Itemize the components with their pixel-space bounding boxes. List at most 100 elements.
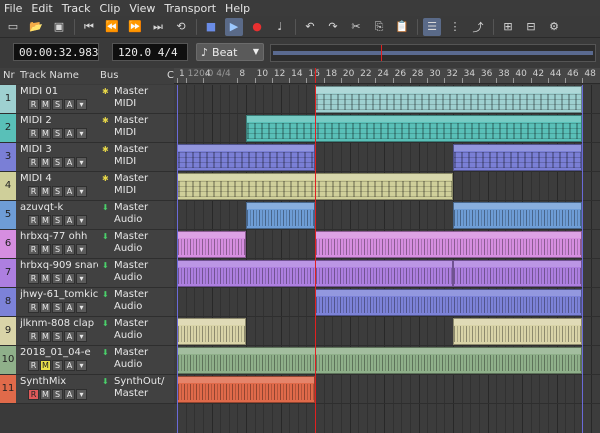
solo-button[interactable]: S <box>52 360 63 371</box>
mute-button[interactable]: M <box>40 331 51 342</box>
rewind-start-button[interactable]: ⏮ <box>80 18 98 36</box>
solo-button[interactable]: S <box>52 273 63 284</box>
track-bus[interactable]: Master Audio <box>114 289 166 313</box>
copy-button[interactable]: ⎘ <box>370 18 388 36</box>
track-number[interactable]: 9 <box>0 317 16 345</box>
track-row[interactable]: 6 hrbxq-77 ohh R M S A ▾ ⬇ Master Audio <box>0 230 174 259</box>
track-lane[interactable] <box>174 172 600 201</box>
record-arm-button[interactable]: R <box>28 360 39 371</box>
forward-end-button[interactable]: ⏭ <box>149 18 167 36</box>
record-arm-button[interactable]: R <box>28 157 39 168</box>
open-folder-button[interactable]: 📂 <box>27 18 45 36</box>
track-bus[interactable]: Master MIDI <box>114 144 166 168</box>
menu-clip[interactable]: Clip <box>100 2 121 15</box>
stop-button[interactable]: ■ <box>202 18 220 36</box>
chevron-down-icon[interactable]: ▾ <box>76 215 87 226</box>
track-lane[interactable] <box>174 317 600 346</box>
track-number[interactable]: 1 <box>0 85 16 113</box>
record-arm-button[interactable]: R <box>28 186 39 197</box>
track-row[interactable]: 2 MIDI 2 R M S A ▾ ✱ Master MIDI <box>0 114 174 143</box>
track-bus[interactable]: Master MIDI <box>114 86 166 110</box>
mute-button[interactable]: M <box>40 186 51 197</box>
menu-view[interactable]: View <box>129 2 155 15</box>
fast-forward-button[interactable]: ⏩ <box>126 18 144 36</box>
save-button[interactable]: ▣ <box>50 18 68 36</box>
solo-button[interactable]: S <box>52 99 63 110</box>
midi-clip[interactable] <box>177 144 315 171</box>
track-number[interactable]: 6 <box>0 230 16 258</box>
tempo-display[interactable]: 120.0 4/4 <box>112 43 188 61</box>
snap-select[interactable]: ♪ Beat ▼ <box>196 43 264 61</box>
chevron-down-icon[interactable]: ▾ <box>76 244 87 255</box>
track-lane[interactable] <box>174 143 600 172</box>
add-track-button[interactable]: ⊞ <box>499 18 517 36</box>
audio-clip[interactable] <box>453 318 583 345</box>
record-arm-button[interactable]: R <box>28 389 39 400</box>
automation-button[interactable]: A <box>64 215 75 226</box>
track-lane[interactable] <box>174 114 600 143</box>
track-lane[interactable] <box>174 201 600 230</box>
track-name[interactable]: MIDI 2 <box>20 115 98 126</box>
chevron-down-icon[interactable]: ▾ <box>76 273 87 284</box>
timeline-ruler[interactable]: 1120.0 4/4481012141618202224262830323436… <box>174 68 600 84</box>
automation-button[interactable]: A <box>64 186 75 197</box>
track-bus[interactable]: Master Audio <box>114 347 166 371</box>
automation-button[interactable]: A <box>64 128 75 139</box>
menu-transport[interactable]: Transport <box>164 2 216 15</box>
record-arm-button[interactable]: R <box>28 331 39 342</box>
track-number[interactable]: 3 <box>0 143 16 171</box>
mixer-button[interactable]: ☰ <box>423 17 441 36</box>
chevron-down-icon[interactable]: ▾ <box>76 157 87 168</box>
mute-button[interactable]: M <box>40 244 51 255</box>
menu-file[interactable]: File <box>4 2 22 15</box>
audio-clip[interactable] <box>315 289 583 316</box>
chevron-down-icon[interactable]: ▾ <box>76 331 87 342</box>
cut-button[interactable]: ✂ <box>347 18 365 36</box>
record-arm-button[interactable]: R <box>28 215 39 226</box>
menu-help[interactable]: Help <box>225 2 250 15</box>
track-row[interactable]: 8 jhwy-61_tomkick R M S A ▾ ⬇ Master Audio <box>0 288 174 317</box>
record-arm-button[interactable]: R <box>28 302 39 313</box>
track-number[interactable]: 11 <box>0 375 16 403</box>
loop-button[interactable]: ⟲ <box>172 18 190 36</box>
midi-clip[interactable] <box>453 144 583 171</box>
automation-button[interactable]: A <box>64 360 75 371</box>
track-number[interactable]: 5 <box>0 201 16 229</box>
audio-clip[interactable] <box>453 260 583 287</box>
track-row[interactable]: 4 MIDI 4 R M S A ▾ ✱ Master MIDI <box>0 172 174 201</box>
track-lane[interactable] <box>174 230 600 259</box>
new-file-button[interactable]: ▭ <box>4 18 22 36</box>
track-row[interactable]: 7 hrbxq-909 snare R M S A ▾ ⬇ Master Audio <box>0 259 174 288</box>
record-button[interactable]: ● <box>248 18 266 36</box>
audio-clip[interactable] <box>177 347 583 374</box>
loop-start-marker[interactable] <box>177 85 178 433</box>
midi-clip[interactable] <box>315 86 583 113</box>
settings-button[interactable]: ⚙ <box>545 18 563 36</box>
audio-clip[interactable] <box>177 376 315 403</box>
track-name[interactable]: jlknm-808 clap <box>20 318 98 329</box>
chevron-down-icon[interactable]: ▾ <box>76 186 87 197</box>
track-bus[interactable]: Master Audio <box>114 318 166 342</box>
record-arm-button[interactable]: R <box>28 128 39 139</box>
track-number[interactable]: 4 <box>0 172 16 200</box>
playhead[interactable] <box>315 85 316 433</box>
track-name[interactable]: SynthMix <box>20 376 98 387</box>
track-row[interactable]: 9 jlknm-808 clap R M S A ▾ ⬇ Master Audio <box>0 317 174 346</box>
solo-button[interactable]: S <box>52 389 63 400</box>
arrangement-canvas[interactable] <box>174 85 600 433</box>
track-lane[interactable] <box>174 288 600 317</box>
track-row[interactable]: 5 azuvqt-k R M S A ▾ ⬇ Master Audio <box>0 201 174 230</box>
track-bus[interactable]: Master Audio <box>114 231 166 255</box>
play-button[interactable]: ▶ <box>225 17 243 36</box>
track-name[interactable]: MIDI 4 <box>20 173 98 184</box>
record-arm-button[interactable]: R <box>28 99 39 110</box>
track-row[interactable]: 11 SynthMix R M S A ▾ ⬇ SynthOut/ Master <box>0 375 174 404</box>
mute-button[interactable]: M <box>40 302 51 313</box>
track-number[interactable]: 7 <box>0 259 16 287</box>
mute-button[interactable]: M <box>40 128 51 139</box>
record-arm-button[interactable]: R <box>28 244 39 255</box>
mute-button[interactable]: M <box>40 389 51 400</box>
track-row[interactable]: 1 MIDI 01 R M S A ▾ ✱ Master MIDI <box>0 85 174 114</box>
track-number[interactable]: 8 <box>0 288 16 316</box>
track-name[interactable]: hrbxq-77 ohh <box>20 231 98 242</box>
